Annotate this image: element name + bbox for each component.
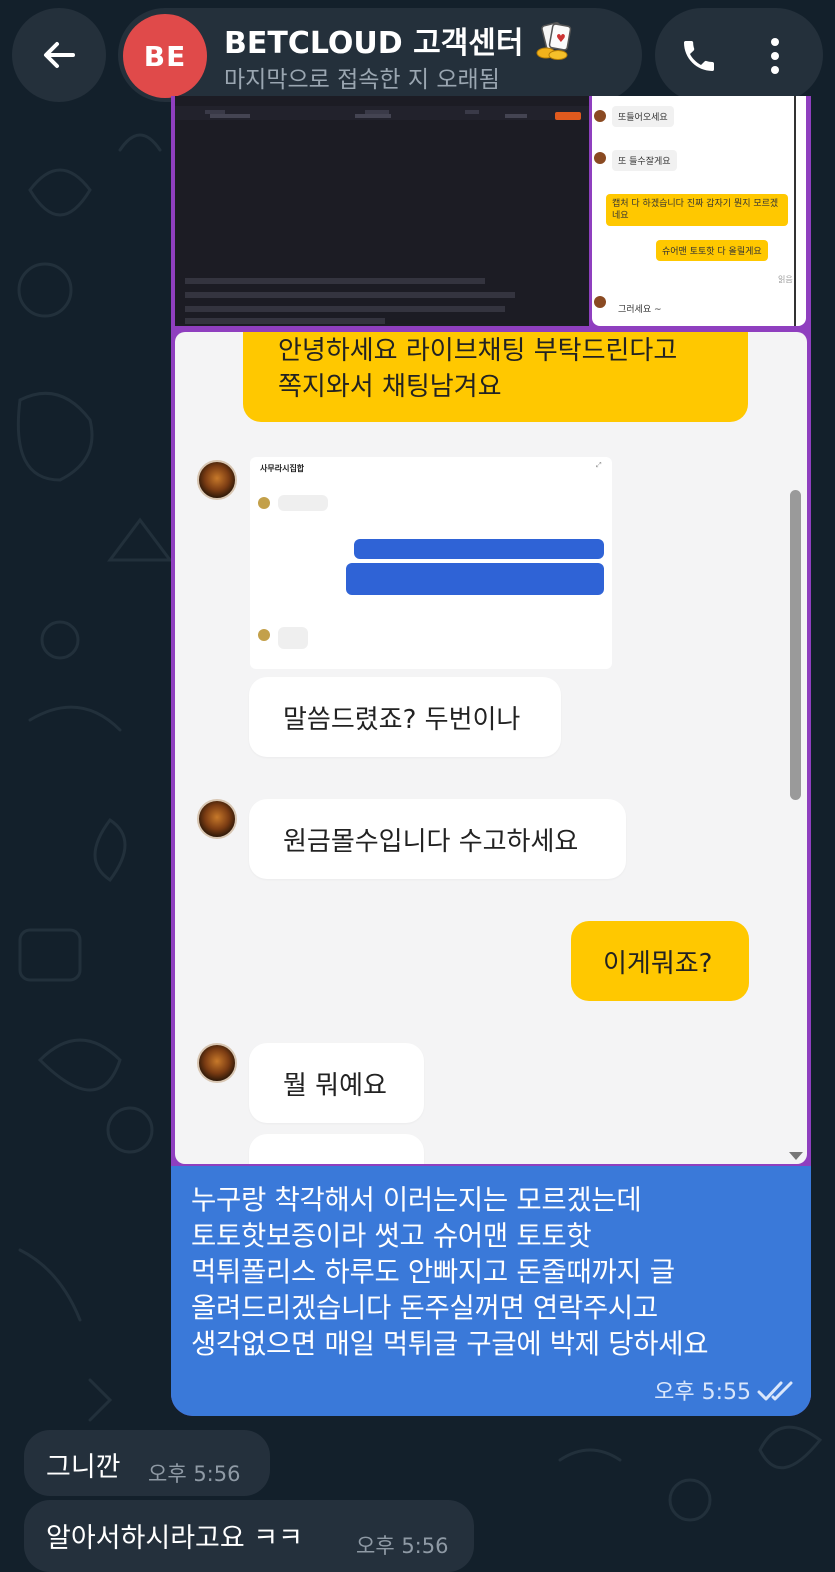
message-time: 오후 5:56 [356,1534,449,1558]
header-actions [655,8,823,102]
double-check-icon [757,1381,793,1401]
avatar[interactable]: BE [123,14,207,98]
message-text: 누구랑 착각해서 이러는지는 모르겠는데 토토핫보증이라 썻고 슈어맨 토토핫 … [191,1184,709,1360]
avatar [197,460,237,500]
kebab-menu-icon [771,38,779,74]
read-label: 읽음 [778,275,793,284]
message-text: 그니깐 [46,1452,121,1483]
arrow-left-icon [44,42,75,68]
list-item: 뭘 뭐예요 [249,1043,424,1123]
screenshot-chat-panel: 또들어오세요 또 들수잘게요 캡처 다 하겠습니다 진짜 갑자기 뭔지 모르겠네… [592,96,806,326]
list-item: 그러세요 ~ [612,298,668,319]
screenshot-scrollbar [790,490,801,800]
screenshot-mini-card: 사무라시집합 ⤢ [250,457,612,669]
avatar [197,1043,237,1083]
avatar [594,110,606,122]
outgoing-message-caption[interactable]: 누구랑 착각해서 이러는지는 모르겠는데 토토핫보증이라 썻고 슈어맨 토토핫 … [171,1166,811,1416]
list-item: 캡처 다 하겠습니다 진짜 갑자기 뭔지 모르겠네요 [606,194,788,226]
message-text: 알아서하시라고요 ㅋㅋ [46,1523,303,1554]
divider [794,96,796,326]
playing-cards-coins-emoji-icon: ♥ [534,21,576,68]
incoming-message[interactable]: 알아서하시라고요 ㅋㅋ 오후 5:56 [24,1500,474,1572]
list-item: 또들어오세요 [612,106,674,127]
avatar [594,152,606,164]
screenshot-kakao-chat: 안녕하세요 라이브채팅 부탁드린다고 쪽지와서 채팅남겨요 사무라시집합 ⤢ 말… [175,332,807,1164]
avatar [197,799,237,839]
list-item: 또 들수잘게요 [612,150,677,171]
menu-button[interactable] [761,34,789,82]
list-item: 말씀드렸죠? 두번이나 [249,677,561,757]
list-item: 원금몰수입니다 수고하세요 [249,799,626,879]
message-time: 오후 5:55 [654,1380,751,1405]
back-button[interactable] [12,8,106,102]
list-item: 슈어맨 토토핫 다 올릴게요 [656,240,768,261]
list-item: 안녕하세요 라이브채팅 부탁드린다고 쪽지와서 채팅남겨요 [243,332,748,422]
scroll-down-arrow-icon [789,1152,803,1160]
list-item [249,1134,424,1164]
phone-icon [684,41,714,71]
chat-title-text: BETCLOUD 고객센터 [224,26,524,61]
svg-text:♥: ♥ [556,32,566,45]
avatar [594,296,606,308]
screenshot-dark-panel [175,96,589,326]
incoming-message[interactable]: 그니깐 오후 5:56 [24,1430,270,1496]
message-time: 오후 5:56 [148,1462,241,1486]
list-item: 이게뭐죠? [571,921,749,1001]
call-button[interactable] [679,36,719,80]
last-seen-status: 마지막으로 접속한 지 오래됨 [224,67,500,93]
